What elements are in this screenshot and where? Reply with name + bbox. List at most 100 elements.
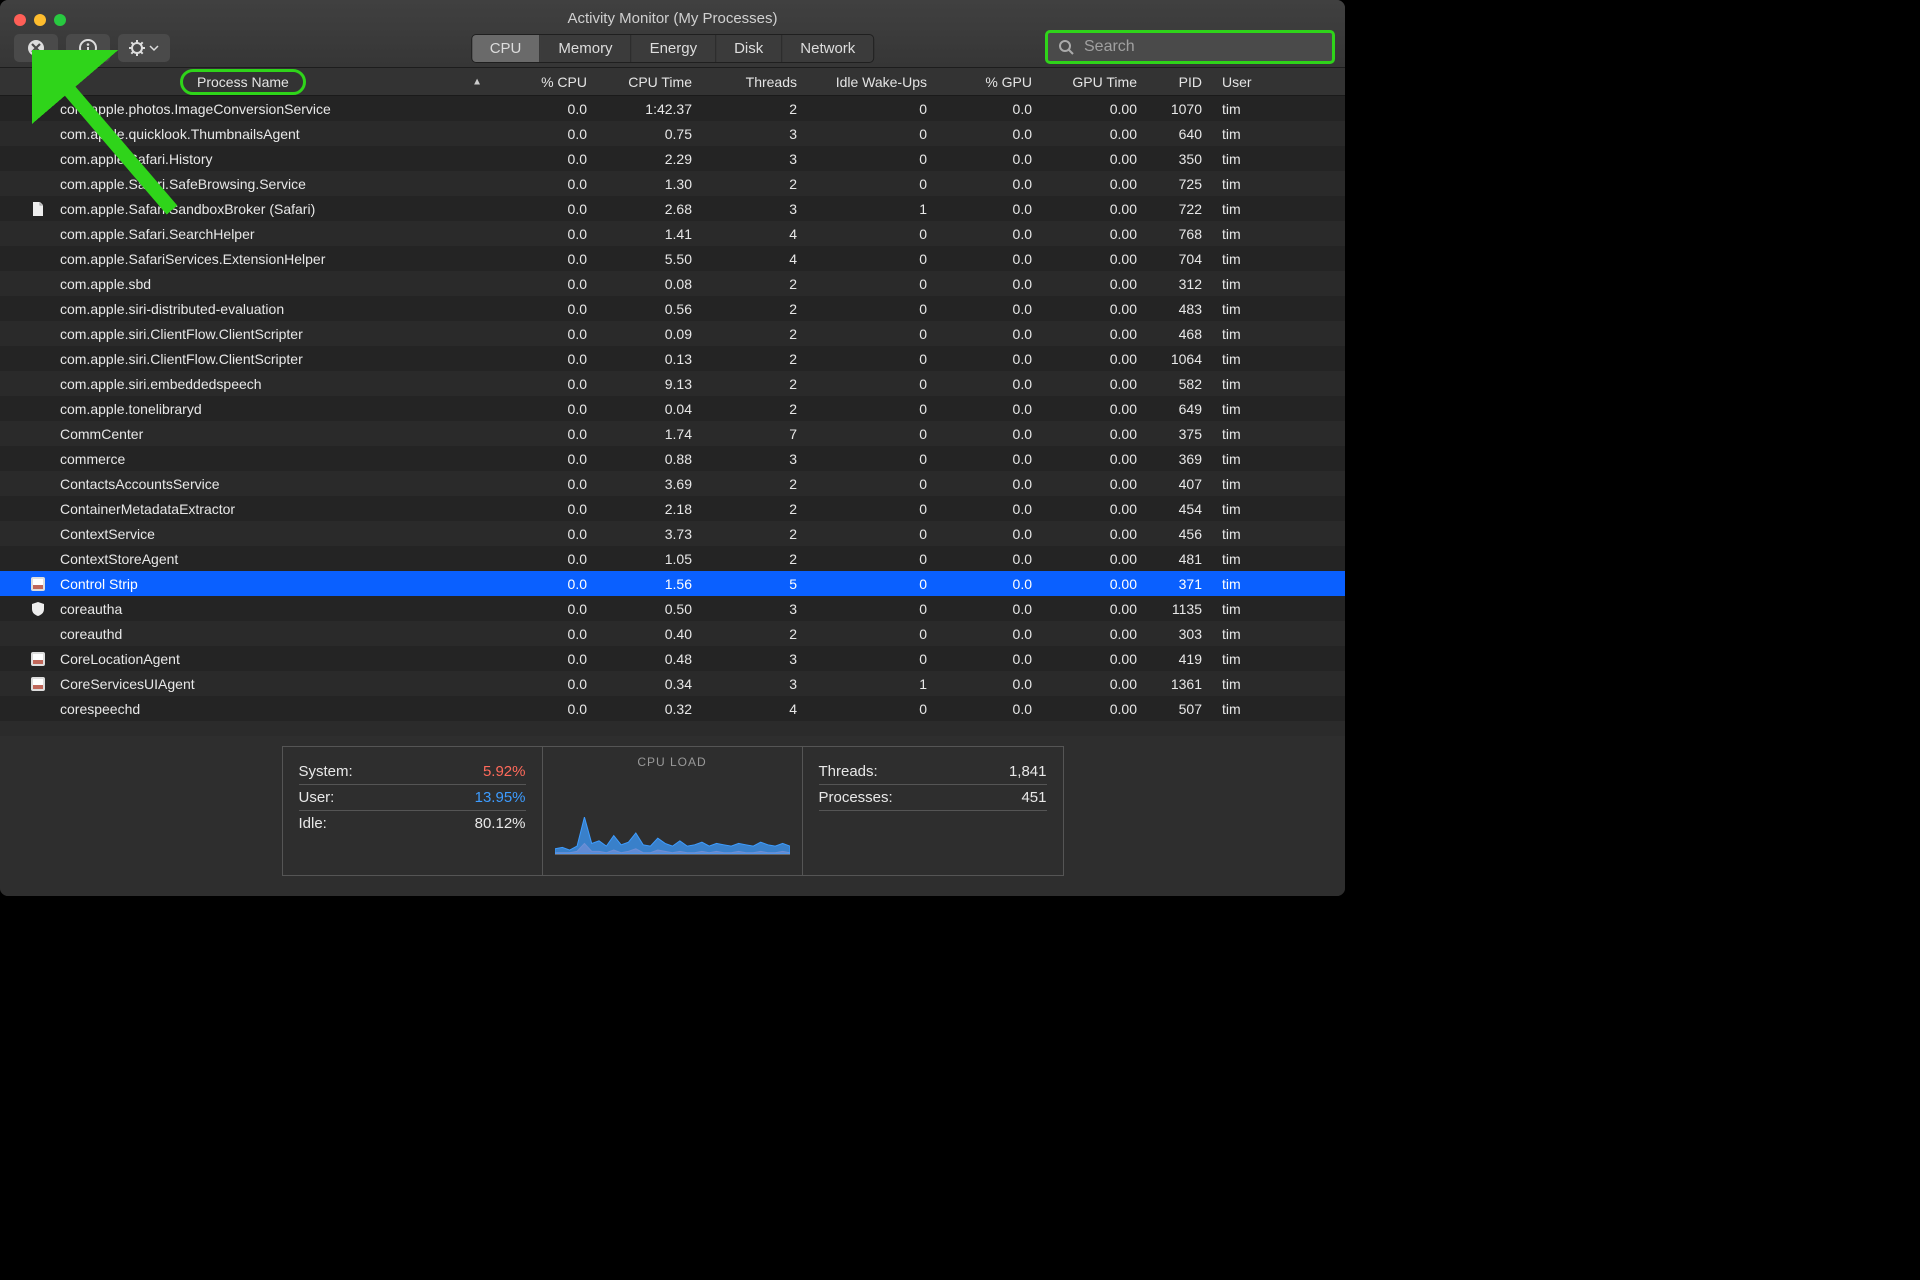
idle-wakeups: 0 [805, 276, 935, 292]
process-row[interactable]: coreautha0.00.50300.00.001135tim [0, 596, 1345, 621]
cpu-percent: 0.0 [490, 101, 595, 117]
pid: 468 [1145, 326, 1210, 342]
gpu-percent: 0.0 [935, 401, 1040, 417]
stop-process-button[interactable] [14, 34, 58, 62]
header-gpu-percent[interactable]: % GPU [935, 74, 1040, 90]
user: tim [1210, 101, 1280, 117]
cpu-time: 5.50 [595, 251, 700, 267]
process-row[interactable]: com.apple.Safari.SandboxBroker (Safari)0… [0, 196, 1345, 221]
cpu-time: 2.29 [595, 151, 700, 167]
tab-memory[interactable]: Memory [540, 35, 631, 62]
processes-value: 451 [1021, 789, 1046, 806]
process-row[interactable]: com.apple.Safari.SearchHelper0.01.41400.… [0, 221, 1345, 246]
process-row[interactable]: ContextService0.03.73200.00.00456tim [0, 521, 1345, 546]
process-row[interactable]: commerce0.00.88300.00.00369tim [0, 446, 1345, 471]
process-name: coreauthd [60, 626, 122, 642]
app-icon [30, 576, 46, 592]
header-process-name[interactable]: Process Name ▲ [0, 69, 490, 95]
process-row[interactable]: com.apple.SafariServices.ExtensionHelper… [0, 246, 1345, 271]
process-row[interactable]: ContainerMetadataExtractor0.02.18200.00.… [0, 496, 1345, 521]
cpu-percent: 0.0 [490, 376, 595, 392]
options-menu-button[interactable] [118, 34, 170, 62]
gpu-time: 0.00 [1040, 601, 1145, 617]
gpu-time: 0.00 [1040, 351, 1145, 367]
header-pid[interactable]: PID [1145, 74, 1210, 90]
idle-wakeups: 0 [805, 451, 935, 467]
pid: 419 [1145, 651, 1210, 667]
user: tim [1210, 676, 1280, 692]
cpu-percent: 0.0 [490, 226, 595, 242]
process-row[interactable]: com.apple.quicklook.ThumbnailsAgent0.00.… [0, 121, 1345, 146]
cpu-time: 0.88 [595, 451, 700, 467]
tab-cpu[interactable]: CPU [472, 35, 541, 62]
header-gpu-time[interactable]: GPU Time [1040, 74, 1145, 90]
gpu-time: 0.00 [1040, 326, 1145, 342]
process-row[interactable]: com.apple.Safari.History0.02.29300.00.00… [0, 146, 1345, 171]
header-cpu-time[interactable]: CPU Time [595, 74, 700, 90]
process-row[interactable]: com.apple.photos.ImageConversionService0… [0, 96, 1345, 121]
idle-wakeups: 0 [805, 376, 935, 392]
process-row[interactable]: com.apple.sbd0.00.08200.00.00312tim [0, 271, 1345, 296]
process-row[interactable]: com.apple.Safari.SafeBrowsing.Service0.0… [0, 171, 1345, 196]
user: tim [1210, 276, 1280, 292]
header-threads[interactable]: Threads [700, 74, 805, 90]
idle-wakeups: 1 [805, 201, 935, 217]
process-row[interactable]: CoreLocationAgent0.00.48300.00.00419tim [0, 646, 1345, 671]
user: tim [1210, 426, 1280, 442]
user: tim [1210, 226, 1280, 242]
process-row[interactable]: CoreServicesUIAgent0.00.34310.00.001361t… [0, 671, 1345, 696]
gpu-time: 0.00 [1040, 651, 1145, 667]
user: tim [1210, 326, 1280, 342]
process-row[interactable]: coreauthd0.00.40200.00.00303tim [0, 621, 1345, 646]
pid: 303 [1145, 626, 1210, 642]
process-row[interactable]: com.apple.siri.ClientFlow.ClientScripter… [0, 321, 1345, 346]
idle-wakeups: 0 [805, 351, 935, 367]
header-user[interactable]: User [1210, 74, 1280, 90]
search-input[interactable] [1082, 37, 1322, 57]
pid: 582 [1145, 376, 1210, 392]
column-headers: Process Name ▲ % CPU CPU Time Threads Id… [0, 68, 1345, 96]
user-value: 13.95% [475, 789, 526, 806]
process-row[interactable]: Control Strip0.01.56500.00.00371tim [0, 571, 1345, 596]
threads: 2 [700, 276, 805, 292]
process-row[interactable]: com.apple.tonelibraryd0.00.04200.00.0064… [0, 396, 1345, 421]
tab-disk[interactable]: Disk [716, 35, 782, 62]
process-row[interactable]: com.apple.siri.ClientFlow.ClientScripter… [0, 346, 1345, 371]
cpu-percent: 0.0 [490, 151, 595, 167]
counts-panel: Threads:1,841 Processes:451 [803, 747, 1063, 875]
gpu-percent: 0.0 [935, 626, 1040, 642]
process-name: com.apple.Safari.SearchHelper [60, 226, 255, 242]
pid: 375 [1145, 426, 1210, 442]
gpu-percent: 0.0 [935, 226, 1040, 242]
gpu-percent: 0.0 [935, 301, 1040, 317]
cpu-time: 1.30 [595, 176, 700, 192]
pid: 507 [1145, 701, 1210, 717]
threads: 5 [700, 576, 805, 592]
user: tim [1210, 126, 1280, 142]
search-field-wrap[interactable] [1045, 30, 1335, 64]
cpu-time: 2.68 [595, 201, 700, 217]
gpu-percent: 0.0 [935, 651, 1040, 667]
idle-wakeups: 0 [805, 476, 935, 492]
header-cpu-percent[interactable]: % CPU [490, 74, 595, 90]
process-row[interactable]: com.apple.siri.embeddedspeech0.09.13200.… [0, 371, 1345, 396]
process-name: com.apple.tonelibraryd [60, 401, 202, 417]
tab-energy[interactable]: Energy [632, 35, 717, 62]
process-row[interactable]: corespeechd0.00.32400.00.00507tim [0, 696, 1345, 721]
info-button[interactable] [66, 34, 110, 62]
cpu-load-chart [555, 775, 790, 854]
tab-network[interactable]: Network [782, 35, 873, 62]
gpu-time: 0.00 [1040, 551, 1145, 567]
idle-wakeups: 0 [805, 126, 935, 142]
user: tim [1210, 626, 1280, 642]
process-row[interactable]: com.apple.siri-distributed-evaluation0.0… [0, 296, 1345, 321]
process-row[interactable]: CommCenter0.01.74700.00.00375tim [0, 421, 1345, 446]
user: tim [1210, 701, 1280, 717]
header-idle-wakeups[interactable]: Idle Wake-Ups [805, 74, 935, 90]
process-row[interactable]: ContextStoreAgent0.01.05200.00.00481tim [0, 546, 1345, 571]
process-row[interactable]: ContactsAccountsService0.03.69200.00.004… [0, 471, 1345, 496]
cpu-percent: 0.0 [490, 501, 595, 517]
cpu-percent: 0.0 [490, 426, 595, 442]
cpu-time: 0.04 [595, 401, 700, 417]
user: tim [1210, 501, 1280, 517]
